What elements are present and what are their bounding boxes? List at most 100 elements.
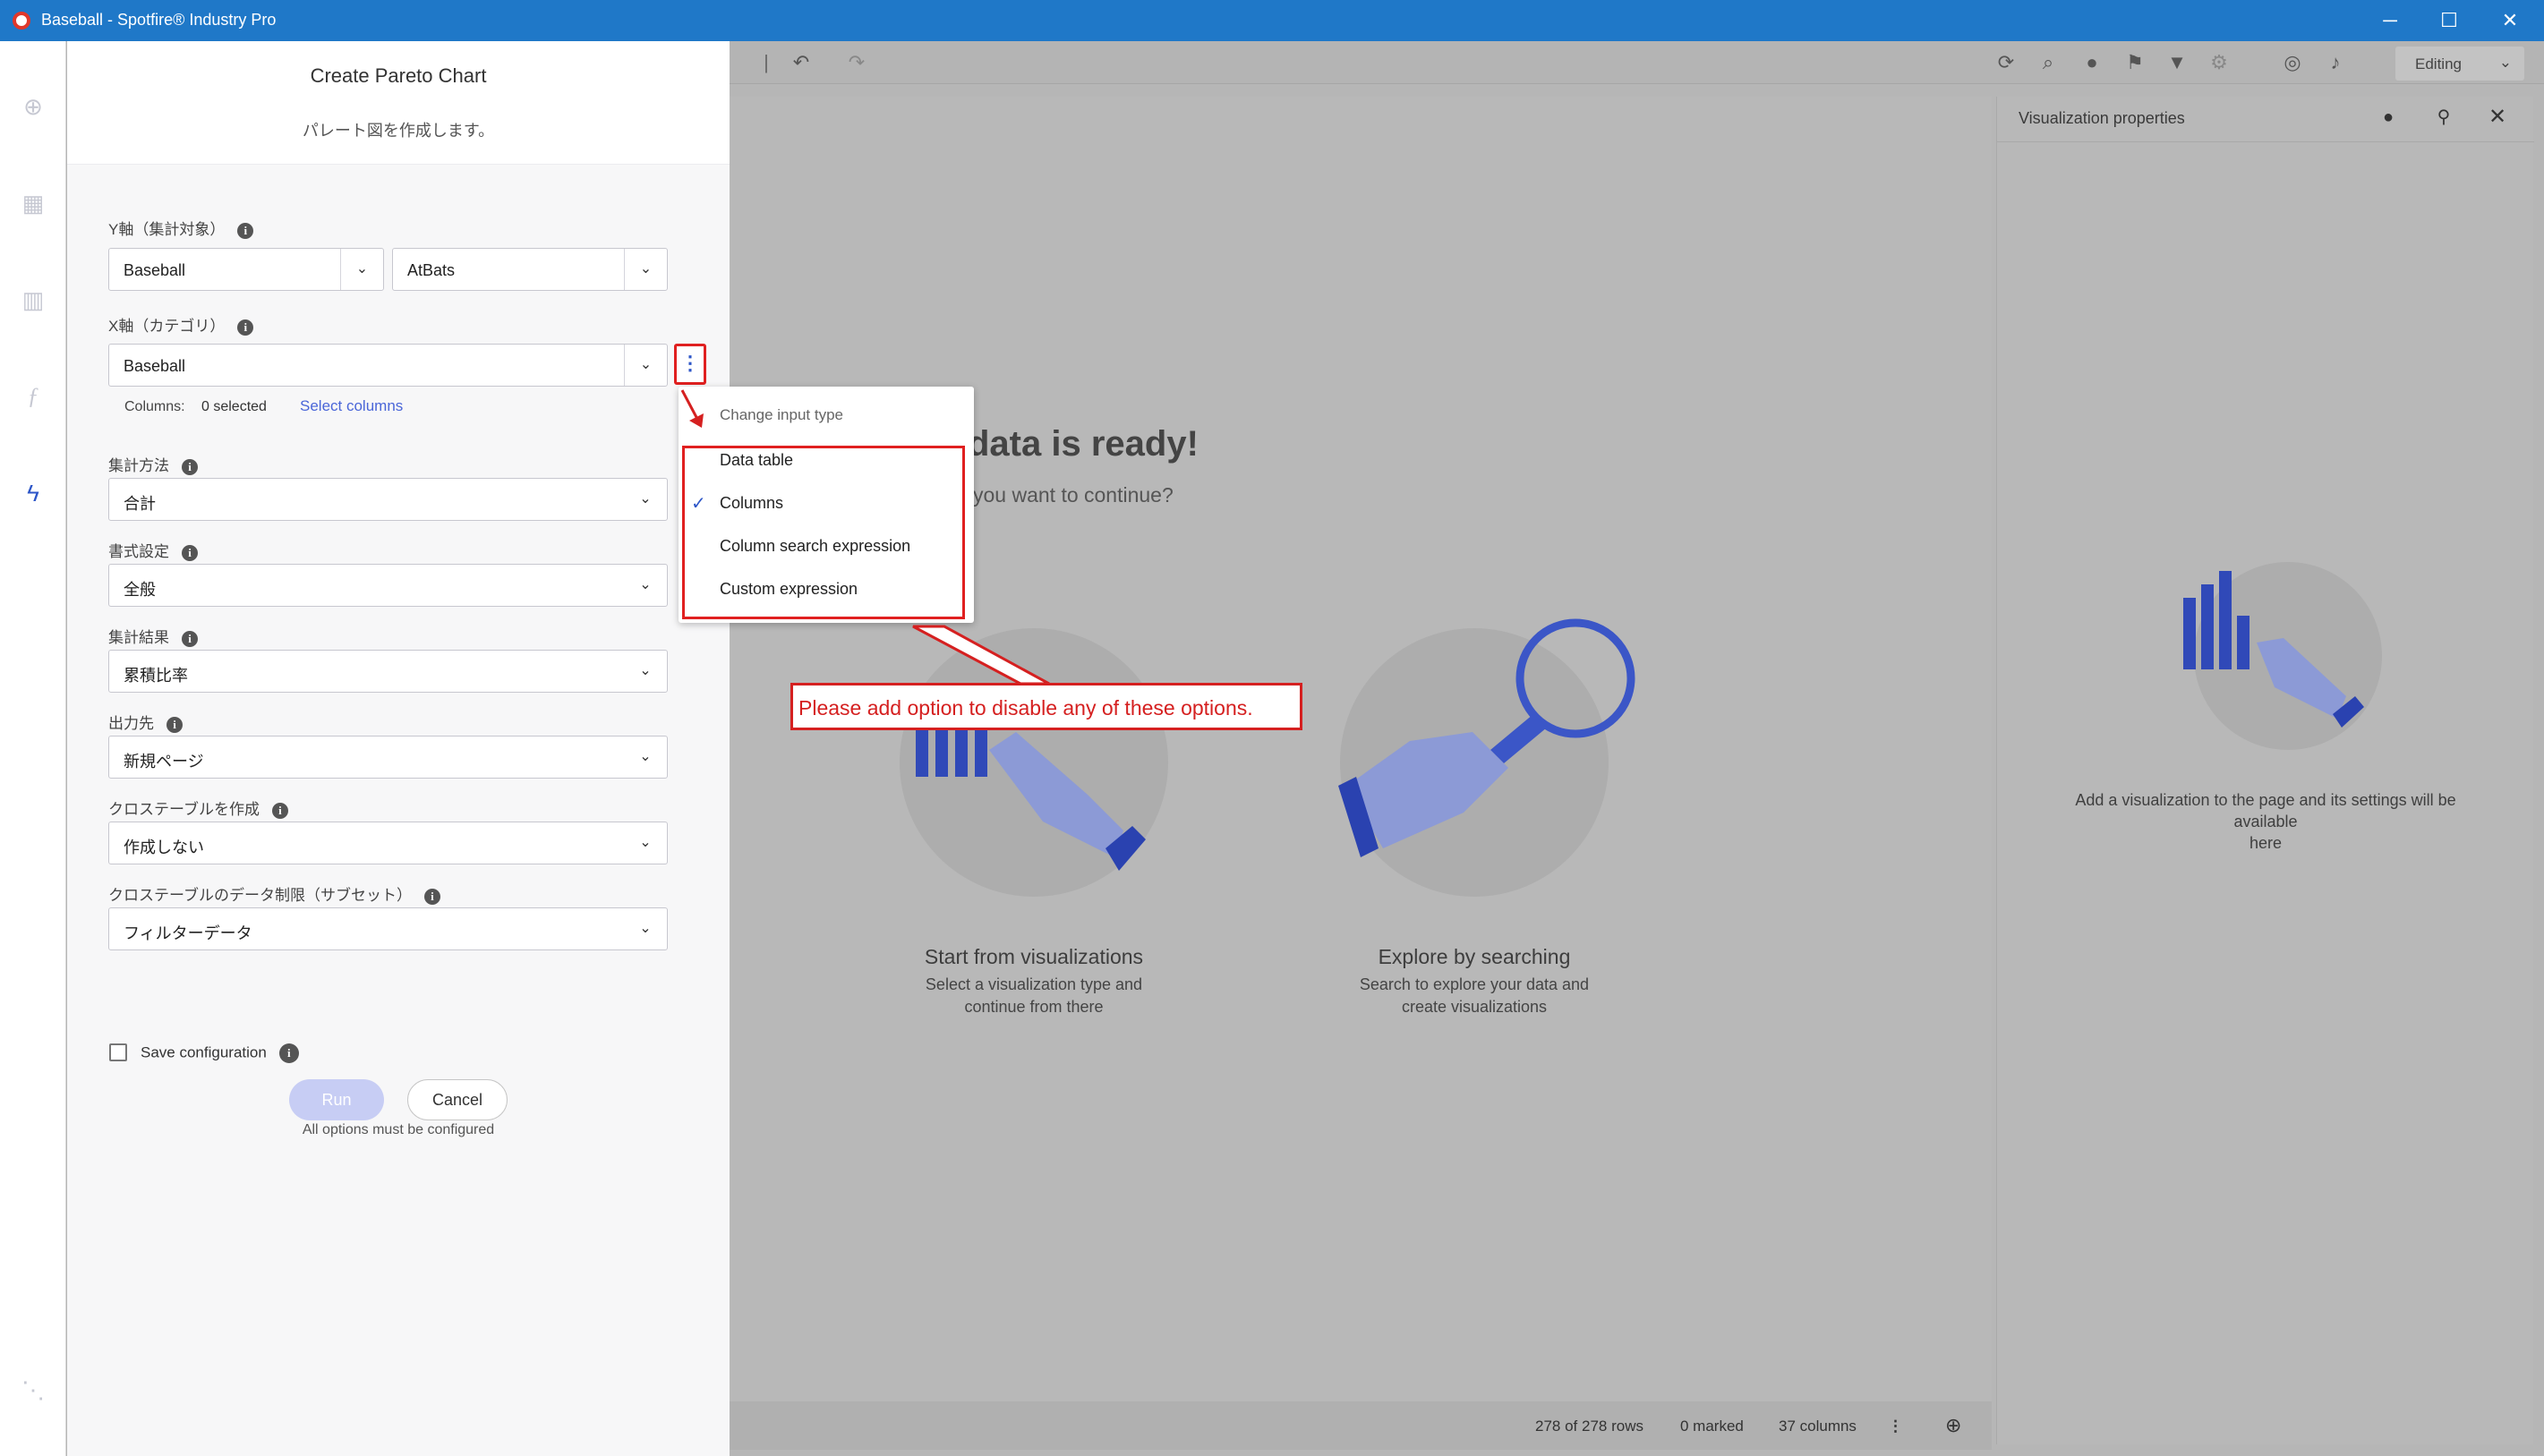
data-table-icon[interactable]: ▦ (20, 190, 47, 217)
create-pareto-chart-dialog: Create Pareto Chart パレート図を作成します。 Y軸（集計対象… (67, 41, 730, 1456)
result-label: 集計結果 i (108, 625, 198, 647)
aggregation-select[interactable]: 合計 ⌄ (108, 478, 668, 521)
visualization-hand-icon (916, 687, 1146, 871)
more-options-icon[interactable]: ⋮ (1888, 1418, 1903, 1435)
output-select[interactable]: 新規ページ ⌄ (108, 736, 668, 779)
run-button[interactable]: Run (289, 1079, 384, 1120)
menu-header: Change input type (720, 406, 843, 423)
help-icon[interactable]: ● (2377, 106, 2400, 129)
bell-icon[interactable]: ♪ (2323, 50, 2348, 75)
info-icon[interactable]: i (166, 716, 183, 733)
bookmark-icon[interactable]: ⚑ (2122, 50, 2147, 75)
chevron-down-icon: ⌄ (340, 249, 383, 290)
minimize-icon[interactable]: ─ (2363, 5, 2417, 36)
pin-icon[interactable]: ⚲ (2432, 106, 2455, 129)
status-bar: 278 of 278 rows 0 marked 37 columns ⋮ ⊕ (730, 1401, 1992, 1450)
change-input-type-menu: Change input type Data table ✓ Columns C… (679, 387, 974, 623)
compass-icon[interactable]: ◎ (2280, 50, 2305, 75)
chevron-down-icon: ⌄ (639, 577, 652, 592)
aggregation-label: 集計方法 i (108, 453, 198, 475)
close-panel-icon[interactable]: ✕ (2486, 106, 2509, 129)
marked-count: 0 marked (1680, 1418, 1744, 1435)
chevron-down-icon: ⌄ (624, 249, 667, 290)
menu-item-columns[interactable]: Columns (720, 494, 783, 513)
change-input-type-button[interactable]: ⋮ (674, 344, 706, 385)
divider (1997, 141, 2534, 142)
chevron-down-icon: ⌄ (2498, 54, 2512, 71)
info-icon[interactable]: i (423, 888, 440, 905)
callout-text: Please add option to disable any of thes… (798, 696, 1253, 719)
redo-icon[interactable]: ↷ (844, 50, 869, 75)
info-icon[interactable]: i (237, 319, 254, 336)
empty-line1: Add a visualization to the page and its … (2075, 791, 2456, 830)
close-icon[interactable]: ✕ (2483, 5, 2537, 36)
cancel-button[interactable]: Cancel (407, 1079, 508, 1120)
search-icon[interactable]: ⌕ (2036, 50, 2061, 75)
editing-mode-dropdown[interactable]: Editing ⌄ (2395, 47, 2524, 81)
aggregation-label-text: 集計方法 (108, 457, 169, 474)
tree-icon[interactable]: ⋱ (20, 1376, 47, 1403)
refresh-icon[interactable]: ⟳ (1993, 50, 2019, 75)
viz-props-title: Visualization properties (2019, 109, 2185, 127)
menu-item-column-search-expression[interactable]: Column search expression (720, 537, 910, 556)
start-canvas: data is ready! you want to continue? Sta… (730, 97, 1992, 1401)
info-icon[interactable]: i (182, 544, 198, 561)
info-icon[interactable]: i (278, 1043, 299, 1063)
canvas-subtitle: you want to continue? (973, 483, 1174, 507)
format-select[interactable]: 全般 ⌄ (108, 564, 668, 607)
info-icon[interactable]: i (271, 802, 288, 819)
select-columns-link[interactable]: Select columns (300, 397, 403, 415)
toolbar: | ↶ ↷ ⟳ ⌕ ● ⚑ ▼ ⚙ ◎ ♪ (730, 41, 2544, 84)
add-icon[interactable]: ⊕ (20, 93, 47, 120)
magnifier-hand-icon (1338, 618, 1635, 857)
undo-icon[interactable]: ↶ (789, 50, 814, 75)
comment-icon[interactable]: ● (2079, 50, 2104, 75)
gear-icon[interactable]: ⚙ (2207, 50, 2232, 75)
chevron-down-icon: ⌄ (639, 491, 652, 507)
canvas-title: data is ready! (968, 424, 1199, 464)
chevron-down-icon: ⌄ (639, 663, 652, 678)
crosstable-select[interactable]: 作成しない ⌄ (108, 822, 668, 864)
save-configuration-text: Save configuration (141, 1043, 267, 1061)
maximize-icon[interactable]: ☐ (2422, 5, 2476, 36)
editing-mode-label: Editing (2415, 55, 2462, 72)
formula-icon[interactable]: ƒ (20, 383, 47, 410)
y-axis-table-value: Baseball (124, 261, 186, 279)
x-axis-table-select[interactable]: Baseball ⌄ (108, 344, 668, 387)
info-icon[interactable]: i (182, 630, 198, 647)
globe-icon[interactable]: ⊕ (1945, 1414, 1961, 1437)
columns-label: Columns: (124, 399, 185, 414)
output-value: 新規ページ (124, 753, 204, 771)
format-value: 全般 (124, 581, 156, 599)
separator: | (764, 51, 769, 73)
crosstable-limit-label: クロステーブルのデータ制限（サブセット） i (108, 882, 440, 905)
menu-item-custom-expression[interactable]: Custom expression (720, 580, 858, 599)
y-axis-column-select[interactable]: AtBats ⌄ (392, 248, 668, 291)
info-icon[interactable]: i (237, 222, 254, 239)
dialog-title: Create Pareto Chart (310, 64, 487, 87)
window-title: Baseball - Spotfire® Industry Pro (41, 11, 277, 29)
lightning-icon[interactable]: ϟ (20, 480, 47, 507)
card1-desc-line2: continue from there (964, 998, 1104, 1016)
visualization-properties-panel: Visualization properties ● ⚲ ✕ Add a vis… (1996, 97, 2534, 1444)
annotation-callout: Please add option to disable any of thes… (790, 683, 1302, 730)
title-bar: Baseball - Spotfire® Industry Pro ─ ☐ ✕ (0, 0, 2544, 41)
chevron-down-icon: ⌄ (624, 345, 667, 386)
menu-item-data-table[interactable]: Data table (720, 451, 793, 470)
crosstable-limit-select[interactable]: フィルターデータ ⌄ (108, 907, 668, 950)
rows-count: 278 of 278 rows (1535, 1418, 1643, 1435)
y-axis-label: Y軸（集計対象） i (108, 217, 254, 239)
x-axis-table-value: Baseball (124, 357, 186, 375)
format-label: 書式設定 i (108, 539, 198, 561)
bar-chart-icon[interactable]: ▥ (20, 286, 47, 313)
info-icon[interactable]: i (182, 458, 198, 475)
y-axis-table-select[interactable]: Baseball ⌄ (108, 248, 384, 291)
x-axis-label-text: X軸（カテゴリ） (108, 318, 226, 335)
result-select[interactable]: 累積比率 ⌄ (108, 650, 668, 693)
aggregation-value: 合計 (124, 495, 156, 513)
card2-desc-line1: Search to explore your data and (1359, 975, 1590, 993)
left-icon-rail: ⊕ ▦ ▥ ƒ ϟ ⋱ (0, 41, 66, 1456)
filter-icon[interactable]: ▼ (2164, 50, 2190, 75)
output-label: 出力先 i (108, 711, 183, 733)
save-configuration-checkbox[interactable] (109, 1043, 127, 1061)
